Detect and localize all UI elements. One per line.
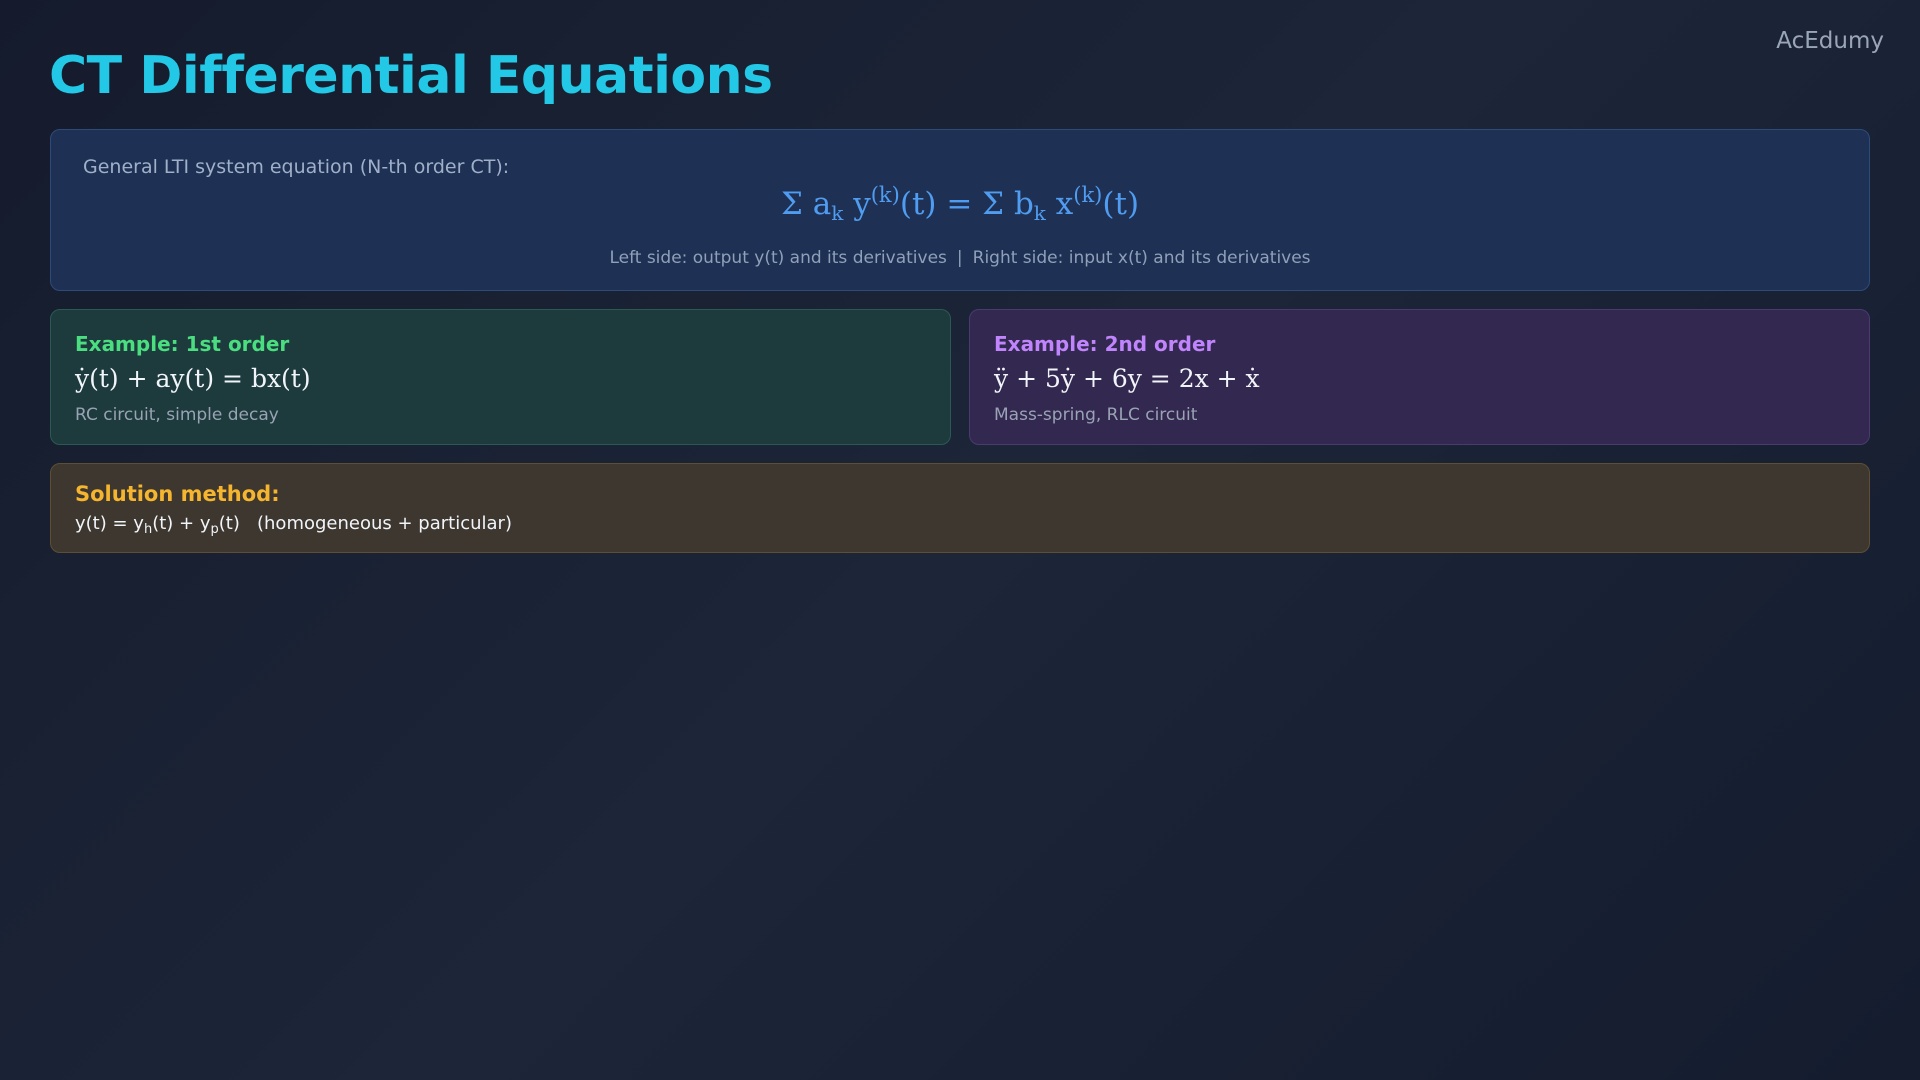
- general-note: Left side: output y(t) and its derivativ…: [51, 248, 1869, 268]
- solution-method-panel: Solution method: y(t) = yh(t) + yp(t) (h…: [50, 463, 1870, 553]
- example-2-description: Mass-spring, RLC circuit: [994, 405, 1198, 425]
- solution-equation: y(t) = yh(t) + yp(t) (homogeneous + part…: [75, 513, 512, 537]
- example-2-equation: ÿ + 5ẏ + 6y = 2x + ẋ: [994, 364, 1260, 393]
- eq-y: y: [843, 186, 871, 222]
- sol-sub-h: h: [143, 522, 153, 537]
- note-left: Left side: output y(t) and its derivativ…: [609, 248, 947, 268]
- general-equation-panel: General LTI system equation (N-th order …: [50, 129, 1870, 291]
- eq-sum-a: Σ a: [780, 186, 832, 222]
- page-title: CT Differential Equations: [49, 46, 773, 106]
- solution-title: Solution method:: [75, 482, 280, 506]
- sol-part-a: y(t) = y: [75, 513, 144, 534]
- general-intro-text: General LTI system equation (N-th order …: [83, 156, 510, 178]
- eq-sup-k2: (k): [1073, 183, 1103, 207]
- sol-sub-p: p: [210, 522, 219, 537]
- eq-x: x: [1045, 186, 1074, 222]
- general-equation: Σ ak y(k)(t) = Σ bk x(k)(t): [51, 183, 1869, 225]
- brand-label: AcEdumy: [1776, 28, 1884, 54]
- example-1-description: RC circuit, simple decay: [75, 405, 279, 425]
- example-2nd-order-card: Example: 2nd order ÿ + 5ẏ + 6y = 2x + ẋ …: [969, 309, 1870, 445]
- eq-mid: (t) = Σ b: [899, 186, 1034, 222]
- example-2-title: Example: 2nd order: [994, 332, 1216, 356]
- note-right: Right side: input x(t) and its derivativ…: [972, 248, 1311, 268]
- note-separator: |: [956, 248, 963, 268]
- example-1-title: Example: 1st order: [75, 332, 290, 356]
- eq-sub-k2: k: [1033, 201, 1046, 225]
- example-1-equation: ẏ(t) + ay(t) = bx(t): [75, 364, 311, 393]
- sol-part-c: (t) (homogeneous + particular): [218, 513, 512, 534]
- eq-sup-k1: (k): [870, 183, 900, 207]
- example-1st-order-card: Example: 1st order ẏ(t) + ay(t) = bx(t) …: [50, 309, 951, 445]
- eq-end: (t): [1102, 186, 1140, 222]
- eq-sub-k1: k: [831, 201, 844, 225]
- sol-part-b: (t) + y: [152, 513, 211, 534]
